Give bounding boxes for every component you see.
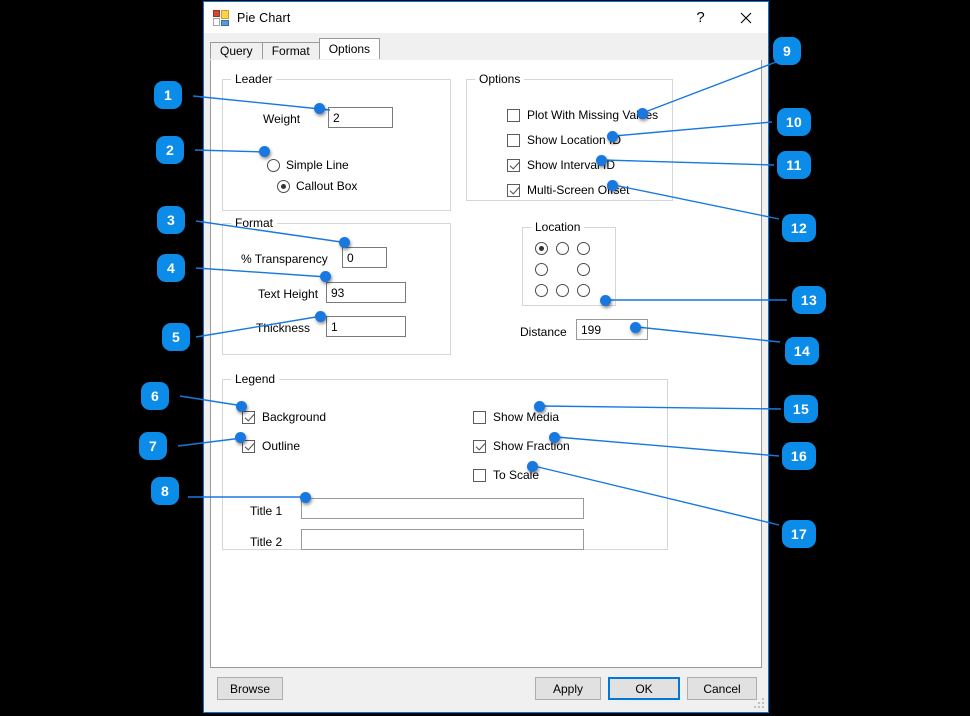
annotation-dot-17: [527, 461, 538, 472]
annotation-dot-7: [235, 432, 246, 443]
annotation-dot-16: [549, 432, 560, 443]
annotation-badge-11[interactable]: 11: [777, 151, 811, 179]
annotation-dot-15: [534, 401, 545, 412]
annotation-badge-10[interactable]: 10: [777, 108, 811, 136]
annotation-badge-12[interactable]: 12: [782, 214, 816, 242]
annotation-badge-15[interactable]: 15: [784, 395, 818, 423]
annotation-dot-10: [607, 131, 618, 142]
annotation-badge-14[interactable]: 14: [785, 337, 819, 365]
annotation-dot-1: [314, 103, 325, 114]
annotation-badge-13[interactable]: 13: [792, 286, 826, 314]
annotation-badge-5[interactable]: 5: [162, 323, 190, 351]
annotation-dot-12: [607, 180, 618, 191]
annotation-markers: 1 2 3 4 5 6 7 8 9 10 11 12 13 14 15 16 1…: [0, 0, 970, 716]
annotation-badge-4[interactable]: 4: [157, 254, 185, 282]
annotation-badge-16[interactable]: 16: [782, 442, 816, 470]
annotation-dot-5: [315, 311, 326, 322]
annotation-badge-1[interactable]: 1: [154, 81, 182, 109]
annotation-dot-14: [630, 322, 641, 333]
annotation-badge-3[interactable]: 3: [157, 206, 185, 234]
annotation-badge-8[interactable]: 8: [151, 477, 179, 505]
annotation-badge-9[interactable]: 9: [773, 37, 801, 65]
screenshot-root: Pie Chart ? Query Format Options Leader …: [0, 0, 970, 716]
annotation-dot-6: [236, 401, 247, 412]
annotation-dot-9: [637, 108, 648, 119]
annotation-dot-3: [339, 237, 350, 248]
annotation-dot-11: [596, 155, 607, 166]
annotation-badge-7[interactable]: 7: [139, 432, 167, 460]
annotation-dot-13: [600, 295, 611, 306]
annotation-dot-4: [320, 271, 331, 282]
annotation-badge-17[interactable]: 17: [782, 520, 816, 548]
annotation-dot-8: [300, 492, 311, 503]
annotation-dot-2: [259, 146, 270, 157]
annotation-badge-6[interactable]: 6: [141, 382, 169, 410]
annotation-badge-2[interactable]: 2: [156, 136, 184, 164]
